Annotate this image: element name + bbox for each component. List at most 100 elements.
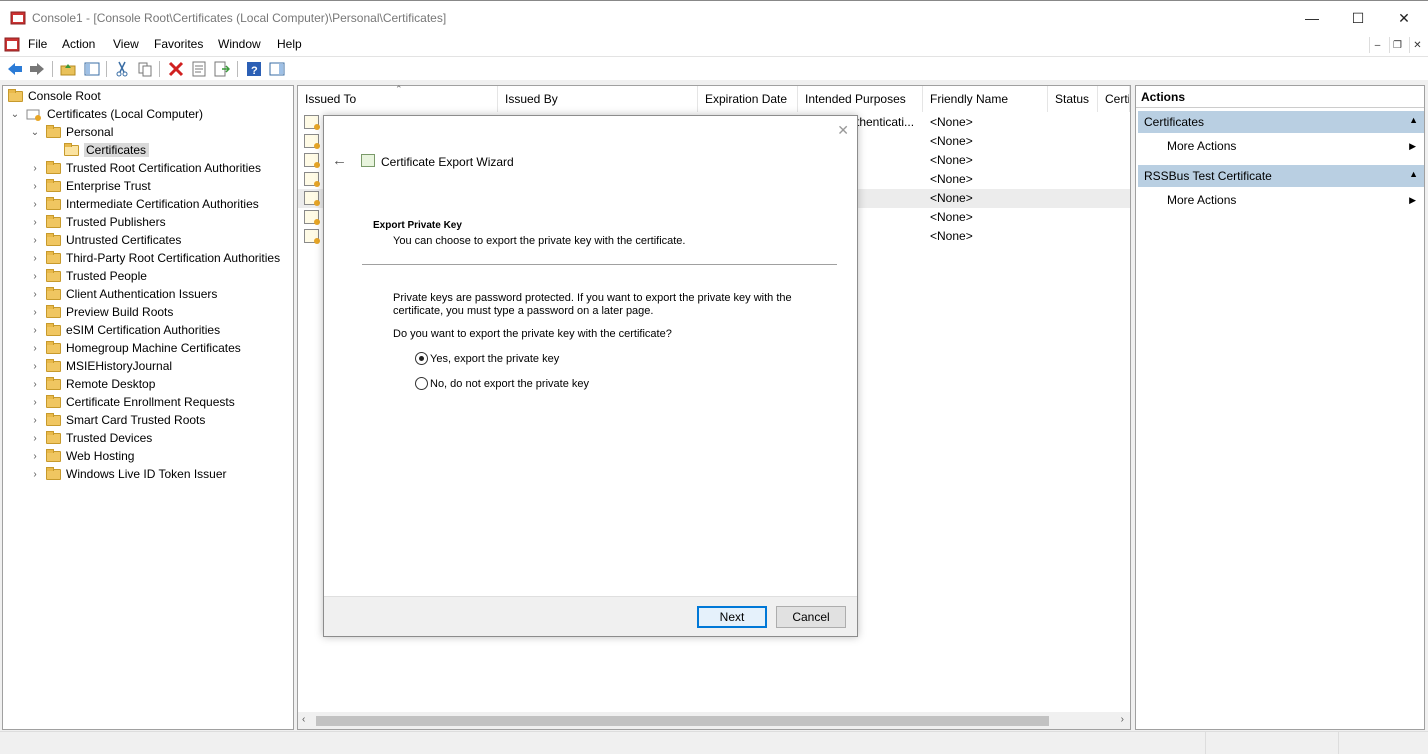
chevron-right-icon[interactable]: › bbox=[30, 303, 40, 321]
console-icon[interactable] bbox=[4, 37, 20, 52]
chevron-right-icon[interactable]: › bbox=[30, 375, 40, 393]
chevron-right-icon[interactable]: › bbox=[30, 411, 40, 429]
tree-node-store[interactable]: Client Authentication Issuers bbox=[46, 285, 217, 303]
folder-icon bbox=[46, 448, 61, 462]
tree-node-store[interactable]: Smart Card Trusted Roots bbox=[46, 411, 205, 429]
tree-node-personal[interactable]: Personal bbox=[46, 123, 113, 141]
forward-icon[interactable] bbox=[28, 60, 46, 78]
tree-node-store[interactable]: Intermediate Certification Authorities bbox=[46, 195, 259, 213]
cut-icon[interactable] bbox=[113, 60, 131, 78]
menu-action[interactable]: Action bbox=[62, 37, 95, 51]
chevron-right-icon[interactable]: › bbox=[30, 393, 40, 411]
maximize-button[interactable]: ☐ bbox=[1335, 1, 1381, 35]
tree-node-store[interactable]: Windows Live ID Token Issuer bbox=[46, 465, 227, 483]
close-icon[interactable]: ✕ bbox=[837, 122, 849, 139]
help-icon[interactable]: ? bbox=[245, 60, 263, 78]
up-one-level-icon[interactable] bbox=[59, 60, 77, 78]
back-arrow-icon[interactable]: ← bbox=[332, 152, 347, 169]
tree-node-store[interactable]: Enterprise Trust bbox=[46, 177, 151, 195]
radio-yes-export-key[interactable]: Yes, export the private key bbox=[415, 352, 559, 365]
chevron-down-icon[interactable]: ⌄ bbox=[30, 123, 40, 141]
chevron-right-icon[interactable]: › bbox=[30, 429, 40, 447]
tree-node-store[interactable]: Homegroup Machine Certificates bbox=[46, 339, 241, 357]
mdi-minimize-button[interactable]: – bbox=[1369, 37, 1385, 53]
chevron-right-icon[interactable]: › bbox=[30, 249, 40, 267]
menu-view[interactable]: View bbox=[113, 37, 139, 51]
chevron-right-icon[interactable]: › bbox=[30, 339, 40, 357]
column-expiration-date[interactable]: Expiration Date bbox=[698, 86, 798, 112]
menu-help[interactable]: Help bbox=[277, 37, 302, 51]
tree-node-personal-certificates[interactable]: Certificates bbox=[64, 141, 150, 159]
tree-node-certificates-local-computer[interactable]: Certificates (Local Computer) bbox=[26, 105, 203, 123]
minimize-button[interactable]: — bbox=[1289, 1, 1335, 35]
back-icon[interactable] bbox=[6, 60, 24, 78]
next-button[interactable]: Next bbox=[697, 606, 767, 628]
chevron-right-icon[interactable]: › bbox=[30, 177, 40, 195]
radio-button-selected[interactable] bbox=[415, 352, 428, 365]
show-hide-action-pane-icon[interactable] bbox=[268, 60, 286, 78]
chevron-right-icon[interactable]: › bbox=[30, 447, 40, 465]
chevron-right-icon[interactable]: › bbox=[30, 321, 40, 339]
status-bar bbox=[0, 731, 1428, 754]
tree-node-store[interactable]: Web Hosting bbox=[46, 447, 134, 465]
menu-favorites[interactable]: Favorites bbox=[154, 37, 203, 51]
tree-node-store[interactable]: Certificate Enrollment Requests bbox=[46, 393, 235, 411]
tree-node-store[interactable]: Trusted Devices bbox=[46, 429, 152, 447]
chevron-right-icon[interactable]: › bbox=[30, 231, 40, 249]
chevron-right-icon[interactable]: › bbox=[30, 159, 40, 177]
collapse-icon[interactable]: ▲ bbox=[1409, 115, 1418, 125]
mdi-close-button[interactable]: ✕ bbox=[1409, 37, 1425, 53]
scroll-right-icon[interactable]: › bbox=[1121, 714, 1124, 725]
chevron-right-icon[interactable]: › bbox=[30, 267, 40, 285]
chevron-right-icon[interactable]: › bbox=[30, 285, 40, 303]
chevron-right-icon[interactable]: › bbox=[30, 357, 40, 375]
tree-node-console-root[interactable]: Console Root bbox=[8, 87, 101, 105]
tree-node-store[interactable]: MSIEHistoryJournal bbox=[46, 357, 172, 375]
mmc-app-icon bbox=[10, 11, 26, 25]
scroll-left-icon[interactable]: ‹ bbox=[302, 714, 305, 725]
column-status[interactable]: Status bbox=[1048, 86, 1098, 112]
collapse-icon[interactable]: ▲ bbox=[1409, 169, 1418, 179]
console-tree: Console Root ⌄ Certificates (Local Compu… bbox=[2, 85, 294, 730]
show-hide-console-tree-icon[interactable] bbox=[83, 60, 101, 78]
properties-icon[interactable] bbox=[190, 60, 208, 78]
radio-button[interactable] bbox=[415, 377, 428, 390]
export-list-icon[interactable] bbox=[213, 60, 231, 78]
column-certificate-template[interactable]: Certi bbox=[1098, 86, 1130, 112]
chevron-right-icon[interactable]: › bbox=[30, 465, 40, 483]
chevron-down-icon[interactable]: ⌄ bbox=[10, 105, 20, 123]
actions-section-certificates[interactable]: Certificates ▲ bbox=[1138, 111, 1424, 133]
tree-node-label: Smart Card Trusted Roots bbox=[66, 413, 206, 427]
tree-node-store[interactable]: Preview Build Roots bbox=[46, 303, 173, 321]
certificate-icon bbox=[304, 134, 320, 149]
column-intended-purposes[interactable]: Intended Purposes bbox=[798, 86, 923, 112]
chevron-right-icon[interactable]: › bbox=[30, 195, 40, 213]
menu-window[interactable]: Window bbox=[218, 37, 261, 51]
cell-friendly-name: <None> bbox=[930, 134, 973, 148]
submenu-arrow-icon: ▶ bbox=[1409, 195, 1416, 205]
tree-node-store[interactable]: Third-Party Root Certification Authoriti… bbox=[46, 249, 280, 267]
tree-node-store[interactable]: Trusted Publishers bbox=[46, 213, 166, 231]
copy-icon[interactable] bbox=[136, 60, 154, 78]
tree-node-store[interactable]: Remote Desktop bbox=[46, 375, 155, 393]
cancel-button[interactable]: Cancel bbox=[776, 606, 846, 628]
delete-icon[interactable] bbox=[167, 60, 185, 78]
page-subheading: You can choose to export the private key… bbox=[393, 235, 686, 247]
tree-node-store[interactable]: Untrusted Certificates bbox=[46, 231, 181, 249]
more-actions-certificates[interactable]: More Actions bbox=[1167, 139, 1236, 153]
scrollbar-thumb[interactable] bbox=[316, 716, 1049, 726]
mdi-restore-button[interactable]: ❐ bbox=[1389, 37, 1405, 53]
column-issued-by[interactable]: Issued By bbox=[498, 86, 698, 112]
radio-no-export-key[interactable]: No, do not export the private key bbox=[415, 377, 589, 390]
horizontal-scrollbar[interactable]: ‹ › bbox=[298, 712, 1130, 729]
close-window-button[interactable]: ✕ bbox=[1381, 1, 1427, 35]
tree-node-store[interactable]: eSIM Certification Authorities bbox=[46, 321, 220, 339]
menu-file[interactable]: File bbox=[28, 37, 47, 51]
certificate-snapin-icon bbox=[26, 109, 41, 121]
column-friendly-name[interactable]: Friendly Name bbox=[923, 86, 1048, 112]
actions-section-selected-certificate[interactable]: RSSBus Test Certificate ▲ bbox=[1138, 165, 1424, 187]
more-actions-certificate[interactable]: More Actions bbox=[1167, 193, 1236, 207]
tree-node-store[interactable]: Trusted Root Certification Authorities bbox=[46, 159, 261, 177]
tree-node-store[interactable]: Trusted People bbox=[46, 267, 147, 285]
chevron-right-icon[interactable]: › bbox=[30, 213, 40, 231]
